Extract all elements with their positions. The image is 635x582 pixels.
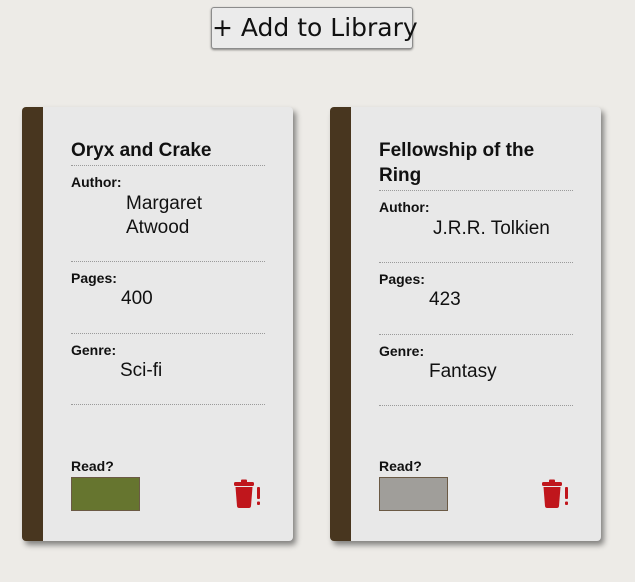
book-card: Oryx and Crake Author: Margaret Atwood P… [22,107,293,541]
library-page: + Add to Library Oryx and Crake Author: … [0,0,635,582]
author-value: J.R.R. Tolkien [433,218,550,239]
delete-book-button[interactable] [541,479,571,509]
pages-value: 423 [429,289,461,310]
genre-label: Genre: [71,342,117,358]
author-value: Margaret Atwood [126,193,203,238]
divider [379,334,573,335]
divider [71,261,265,262]
trash-alert-icon [234,479,260,508]
read-label: Read? [71,458,114,474]
book-title: Fellowship of the Ring [379,140,535,186]
trash-alert-icon [542,479,568,508]
divider [379,262,573,263]
genre-label: Genre: [379,343,425,359]
genre-value: Sci-fi [120,360,163,381]
add-to-library-button[interactable]: + Add to Library [211,7,418,49]
delete-book-button[interactable] [233,479,263,509]
genre-value: Fantasy [429,361,497,382]
pages-value: 400 [121,288,153,309]
divider [71,404,265,405]
divider [379,405,573,406]
pages-label: Pages: [71,270,117,286]
divider [71,165,265,166]
book-card: Fellowship of the Ring Author: J.R.R. To… [330,107,601,541]
book-title: Oryx and Crake [71,140,212,161]
read-label: Read? [379,458,422,474]
read-toggle[interactable] [71,477,140,511]
divider [379,190,573,191]
author-label: Author: [71,174,122,190]
divider [71,333,265,334]
read-toggle[interactable] [379,477,448,511]
author-label: Author: [379,199,430,215]
pages-label: Pages: [379,271,425,287]
